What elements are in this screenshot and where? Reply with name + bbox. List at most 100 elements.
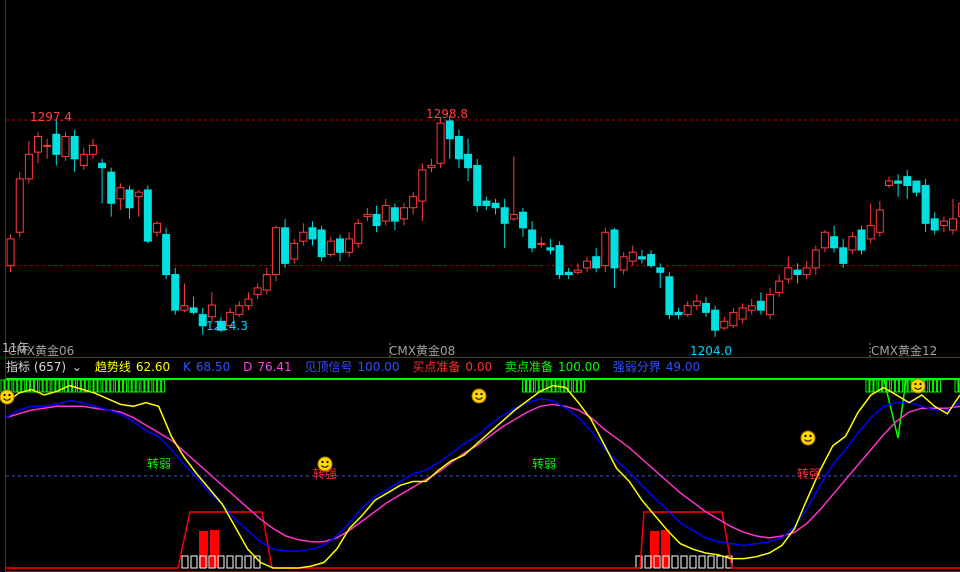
- candle-body: [628, 251, 637, 262]
- sell-prep-bar: [114, 379, 119, 393]
- candle-body: [921, 184, 930, 224]
- sell-prep-bar: [135, 379, 140, 393]
- candle-body: [573, 269, 582, 273]
- sell-prep-bar: [937, 379, 942, 393]
- candle-body: [171, 274, 180, 311]
- sell-prep-bar: [122, 379, 127, 393]
- candle-body: [555, 245, 564, 276]
- bottom-bar: [707, 555, 715, 569]
- candle-body: [326, 240, 335, 256]
- candle-body: [903, 176, 912, 186]
- trend-legend-label: 趋势线: [94, 360, 131, 374]
- sell-prep-bar: [76, 379, 81, 393]
- d-legend-label: D: [243, 360, 253, 374]
- sell-prep-bar: [580, 379, 585, 393]
- buy-legend-label: 买点准备: [412, 360, 461, 374]
- candle-body: [79, 153, 88, 166]
- sell-prep-bar: [572, 379, 577, 393]
- trend-legend-value: 62.60: [135, 360, 171, 374]
- annotation-weak-2: 转弱: [532, 456, 556, 471]
- candle-body: [317, 229, 326, 258]
- candle-body: [491, 202, 500, 209]
- candle-body: [418, 169, 427, 202]
- candle-body: [802, 267, 811, 276]
- signal-legend: 见顶信号 100.00: [305, 360, 400, 374]
- sell-prep-bar: [890, 379, 895, 393]
- bottom-bar: [689, 555, 697, 569]
- candle-body: [647, 254, 656, 267]
- smiley-icon: [0, 389, 15, 405]
- candle-body: [601, 231, 610, 267]
- candle-body: [775, 280, 784, 293]
- sell-prep-bar: [898, 379, 903, 393]
- sell-prep-bar: [144, 379, 149, 393]
- candle-body: [454, 136, 463, 160]
- candle-body: [400, 207, 409, 220]
- sell-prep-bar: [51, 379, 56, 393]
- smiley-eye: [321, 460, 324, 464]
- smiley-eye: [809, 434, 812, 438]
- smiley-icon: [471, 388, 487, 404]
- sell-prep-bar: [933, 379, 938, 393]
- bottom-bar: [244, 555, 252, 569]
- smiley-eye: [326, 460, 329, 464]
- contract-label-06: CMX黄金06: [8, 343, 74, 358]
- candle-body: [390, 207, 399, 222]
- candle-body: [464, 153, 473, 169]
- candle-body: [427, 164, 436, 169]
- sell-prep-bar: [21, 379, 26, 393]
- candle-body: [308, 227, 317, 240]
- candle-body: [125, 189, 134, 209]
- smiley-face: [910, 378, 926, 394]
- sell-prep-bar: [576, 379, 581, 393]
- boundary-legend: 强弱分界 49.00: [613, 360, 700, 374]
- sell-prep-bar: [93, 379, 98, 393]
- trend-legend: 趋势线 62.60: [95, 360, 170, 374]
- chart-canvas: 1297.4 1298.8 1214.3 1204.0 11年 CMX黄金06 …: [0, 0, 960, 572]
- candle-body: [939, 220, 948, 227]
- candle-body: [152, 222, 161, 233]
- candle-body: [6, 238, 15, 267]
- candle-body: [180, 305, 189, 311]
- buy-zone-trapezoid-1: [6, 511, 640, 569]
- candle-body: [345, 238, 354, 253]
- candle-body: [98, 162, 107, 169]
- smiley-face: [0, 389, 15, 405]
- candle-body: [701, 302, 710, 313]
- indicator-selector[interactable]: 指标 (657) ⌄: [6, 360, 86, 374]
- candle-body: [354, 222, 363, 244]
- candle-body: [546, 247, 555, 251]
- candle-body: [619, 256, 628, 271]
- candle-body: [43, 144, 52, 147]
- candle-body: [372, 213, 381, 227]
- price-label-low2: 1204.0: [690, 344, 732, 358]
- candle-body: [235, 305, 244, 316]
- candle-body: [290, 242, 299, 260]
- candle-body: [207, 304, 216, 318]
- buy-legend: 买点准备 0.00: [412, 360, 492, 374]
- candle-body: [244, 298, 253, 307]
- candle-body: [409, 196, 418, 209]
- sell-legend-label: 卖点准备: [504, 360, 553, 374]
- candle-body: [500, 207, 509, 224]
- candle-body: [637, 256, 646, 260]
- annotation-weak-1: 转弱: [147, 456, 171, 471]
- candle-body: [143, 189, 152, 242]
- smiley-face: [800, 430, 816, 446]
- sell-prep-bar: [106, 379, 111, 393]
- sell-prep-bar: [131, 379, 136, 393]
- contract-label-12: CMX黄金12: [871, 343, 937, 358]
- sell-prep-bar: [148, 379, 153, 393]
- indicator-header: 指标 (657) ⌄ 趋势线 62.60 K 68.50 D 76.41 见顶信号 10…: [0, 358, 960, 376]
- candle-body: [61, 136, 70, 158]
- smiley-eye: [475, 392, 478, 396]
- contract-labels: 11年 CMX黄金06 CMX黄金08 CMX黄金12: [2, 341, 937, 358]
- candle-body: [335, 238, 344, 253]
- boundary-legend-value: 49.00: [665, 360, 701, 374]
- smiley-eye: [804, 434, 807, 438]
- candle-body: [839, 247, 848, 264]
- candle-body: [848, 236, 857, 251]
- chevron-down-icon[interactable]: ⌄: [72, 360, 82, 374]
- candle-body: [692, 300, 701, 307]
- sell-prep-bar: [522, 379, 527, 393]
